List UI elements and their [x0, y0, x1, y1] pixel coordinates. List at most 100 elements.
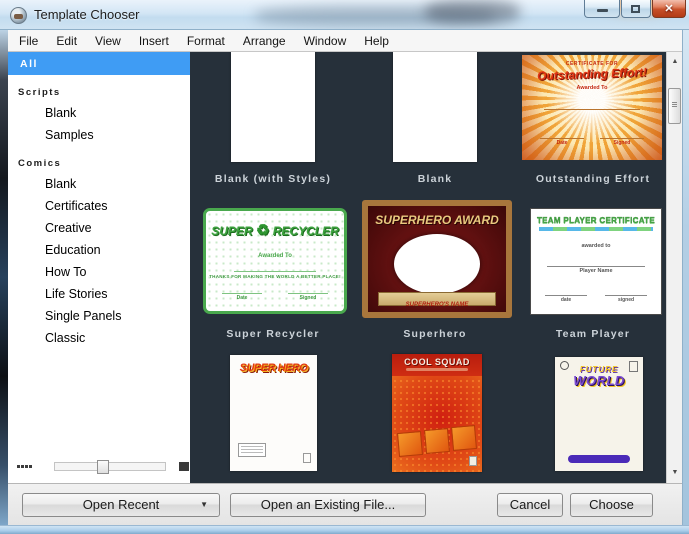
template-card-blank-with-styles[interactable]: [231, 52, 315, 162]
template-card-outstanding-effort[interactable]: CERTIFICATE FOR Outstanding Effort! Awar…: [522, 55, 662, 160]
panel-square: [396, 430, 424, 458]
menu-format[interactable]: Format: [178, 32, 234, 50]
card-text: Awarded To: [258, 253, 292, 259]
chevron-down-icon: ▼: [200, 500, 208, 509]
subtitle-line: [406, 368, 468, 371]
template-label: Blank (with Styles): [214, 173, 332, 185]
template-label: Blank: [417, 173, 453, 185]
card-text: awarded to: [581, 243, 611, 249]
card-text: COOL SQUAD: [404, 357, 470, 367]
dialog-body: All Scripts Blank Samples Comics Blank C…: [8, 52, 682, 483]
card-text: SUPER: [211, 224, 253, 238]
sidebar-item-education[interactable]: Education: [8, 239, 190, 261]
titlebar: Template Chooser ✕: [0, 0, 689, 30]
window-controls: ✕: [583, 0, 686, 18]
caption-box: [238, 443, 266, 457]
open-recent-button[interactable]: Open Recent ▼: [22, 493, 220, 517]
template-label: Super Recycler: [226, 328, 320, 340]
signature-line: [234, 271, 316, 272]
name-banner: SUPERHERO'S NAME: [378, 292, 496, 308]
sidebar-item-single-panels[interactable]: Single Panels: [8, 305, 190, 327]
decorative-band: [539, 227, 653, 231]
window-border-right: [682, 30, 689, 525]
sidebar-item-creative[interactable]: Creative: [8, 217, 190, 239]
template-chooser-window: Template Chooser ✕ File Edit View Insert…: [0, 0, 689, 534]
template-card-superhero[interactable]: SUPERHERO AWARD SUPERHERO'S NAME: [362, 200, 512, 318]
panel-square: [423, 427, 451, 455]
open-existing-label: Open an Existing File...: [260, 497, 396, 512]
choose-button[interactable]: Choose: [570, 493, 653, 517]
window-title: Template Chooser: [34, 7, 140, 22]
sidebar-item-how-to[interactable]: How To: [8, 261, 190, 283]
card-text: Date: [222, 293, 262, 301]
slider-thumb[interactable]: [97, 459, 109, 474]
card-text: Date: [540, 138, 584, 146]
menu-view[interactable]: View: [86, 32, 130, 50]
scrollbar-thumb[interactable]: [668, 88, 681, 124]
card-footer: date signed: [545, 295, 647, 303]
menu-edit[interactable]: Edit: [47, 32, 86, 50]
template-card-blank[interactable]: [393, 52, 477, 162]
scroll-down-icon[interactable]: ▼: [667, 465, 683, 481]
signature-line: [544, 109, 640, 110]
menu-bar: File Edit View Insert Format Arrange Win…: [2, 30, 687, 52]
sidebar-item-all[interactable]: All: [8, 52, 190, 75]
cancel-label: Cancel: [509, 497, 551, 512]
card-text: Signed: [600, 138, 644, 146]
sidebar-item-samples[interactable]: Samples: [8, 124, 190, 146]
card-text: THANKS FOR MAKING THE WORLD A BETTER PLA…: [209, 274, 341, 279]
window-border-left: [0, 30, 8, 525]
minimize-button[interactable]: [584, 0, 620, 18]
small-size-icon: [17, 464, 33, 468]
menu-insert[interactable]: Insert: [130, 32, 178, 50]
template-card-super-recycler[interactable]: SUPER ♻ RECYCLER Awarded To THANKS FOR M…: [203, 208, 347, 314]
photo-placeholder: [394, 234, 480, 294]
category-sidebar: All Scripts Blank Samples Comics Blank C…: [8, 52, 190, 483]
close-button[interactable]: ✕: [652, 0, 686, 18]
cancel-button[interactable]: Cancel: [497, 493, 563, 517]
open-recent-label: Open Recent: [82, 497, 160, 512]
menu-arrange[interactable]: Arrange: [234, 32, 295, 50]
template-card-cool-squad[interactable]: COOL SQUAD: [392, 354, 482, 472]
card-text: RECYCLER: [272, 224, 339, 238]
template-card-team-player[interactable]: TEAM PLAYER CERTIFICATE awarded to Playe…: [530, 208, 662, 315]
sidebar-header-scripts: Scripts: [18, 87, 61, 98]
footer-bar: Open Recent ▼ Open an Existing File... C…: [2, 483, 687, 525]
template-label: Outstanding Effort: [535, 173, 651, 185]
template-card-super-hero-cover[interactable]: SUPER HERO: [230, 355, 317, 471]
thumbnail-size-slider[interactable]: [54, 459, 166, 474]
sidebar-item-certificates[interactable]: Certificates: [8, 195, 190, 217]
template-label: Superhero: [403, 328, 467, 340]
menu-window[interactable]: Window: [295, 32, 356, 50]
wallpaper-smudge: [425, 0, 520, 24]
card-title: SUPER ♻ RECYCLER: [206, 221, 344, 239]
card-footer: Date Signed: [222, 293, 328, 301]
template-card-future-world[interactable]: FUTURE WORLD: [555, 357, 643, 471]
maximize-button[interactable]: [621, 0, 651, 18]
card-text: signed: [605, 295, 647, 303]
menu-help[interactable]: Help: [355, 32, 398, 50]
barcode-mark: [469, 456, 477, 466]
menu-file[interactable]: File: [10, 32, 47, 50]
card-text: SUPERHERO AWARD: [375, 213, 499, 227]
sidebar-item-comics-blank[interactable]: Blank: [8, 173, 190, 195]
card-text: SUPER HERO: [239, 362, 308, 374]
close-icon: ✕: [664, 3, 674, 15]
sidebar-item-scripts-blank[interactable]: Blank: [8, 102, 190, 124]
panel-square: [450, 424, 478, 452]
bottom-banner: [568, 455, 630, 463]
scrollbar-grip: [669, 102, 680, 107]
signature-line: [547, 266, 645, 267]
template-label: Team Player: [555, 328, 631, 340]
scroll-up-icon[interactable]: ▲: [667, 54, 683, 70]
open-existing-file-button[interactable]: Open an Existing File...: [230, 493, 426, 517]
card-text: date: [545, 295, 587, 303]
sidebar-item-classic[interactable]: Classic: [8, 327, 190, 349]
choose-label: Choose: [589, 497, 634, 512]
barcode-mark: [303, 453, 311, 463]
window-border-bottom: [0, 525, 689, 534]
maximize-icon: [631, 4, 640, 13]
large-size-icon: [179, 461, 189, 471]
sidebar-item-life-stories[interactable]: Life Stories: [8, 283, 190, 305]
vertical-scrollbar[interactable]: ▲ ▼: [666, 52, 682, 483]
